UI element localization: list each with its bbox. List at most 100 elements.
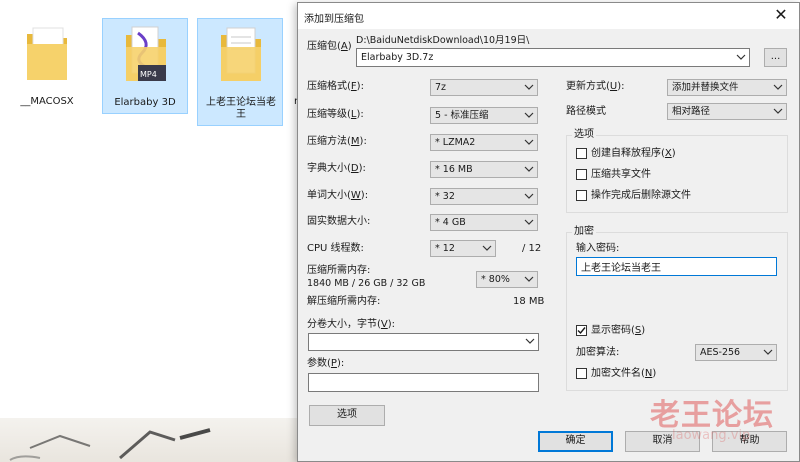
- archive-path: D:\BaiduNetdiskDownload\10月19日\: [356, 35, 530, 46]
- options-group-title: 选项: [572, 129, 596, 141]
- svg-text:MP4: MP4: [140, 70, 157, 79]
- checkmark-icon: [577, 327, 586, 335]
- path-mode-label: 路径模式: [566, 106, 606, 117]
- shared-checkbox[interactable]: 压缩共享文件: [576, 168, 676, 182]
- encryption-method-value: AES-256: [700, 347, 741, 358]
- checkbox-box[interactable]: [576, 169, 587, 180]
- show-password-label: 显示密码(S): [591, 325, 646, 336]
- checkbox-box[interactable]: [576, 368, 587, 379]
- method-value: * LZMA2: [435, 137, 476, 148]
- shared-label: 压缩共享文件: [591, 169, 651, 180]
- chevron-down-icon[interactable]: [523, 216, 535, 229]
- split-combo[interactable]: [308, 333, 539, 351]
- dict-label: 字典大小(D):: [307, 163, 366, 174]
- archive-filename-combo[interactable]: Elarbaby 3D.7z: [356, 48, 750, 67]
- cpu-max: / 12: [522, 243, 542, 254]
- format-label: 压缩格式(F):: [307, 81, 364, 92]
- close-icon: ✕: [774, 5, 788, 24]
- mp4-folder-icon: MP4: [124, 25, 168, 83]
- word-label: 单词大小(W):: [307, 190, 369, 201]
- method-label: 压缩方法(M):: [307, 136, 367, 147]
- chevron-down-icon[interactable]: [523, 163, 535, 176]
- chevron-down-icon[interactable]: [523, 273, 535, 286]
- ok-button[interactable]: 确定: [538, 431, 613, 452]
- chevron-down-icon[interactable]: [735, 51, 747, 64]
- password-input[interactable]: [576, 257, 777, 276]
- sfx-label: 创建自释放程序(X): [591, 148, 676, 159]
- folder-icon: [25, 24, 69, 82]
- chevron-down-icon[interactable]: [772, 105, 784, 118]
- update-value: 添加并替换文件: [672, 82, 739, 93]
- password-text[interactable]: [577, 258, 776, 275]
- file-name: __MACOSX: [20, 96, 74, 107]
- chevron-down-icon[interactable]: [772, 81, 784, 94]
- path-mode-value: 相对路径: [672, 106, 711, 117]
- file-name: 上老王论坛当老王: [206, 97, 276, 120]
- format-combo[interactable]: 7z: [430, 79, 538, 96]
- chevron-down-icon[interactable]: [762, 346, 774, 359]
- mem-decompress-value: 18 MB: [513, 296, 545, 307]
- params-input[interactable]: [308, 373, 539, 392]
- chevron-down-icon[interactable]: [481, 242, 493, 255]
- level-combo[interactable]: 5 - 标准压缩: [430, 107, 538, 124]
- file-item-laowang[interactable]: 上老王论坛当老王: [197, 18, 283, 126]
- help-button[interactable]: 帮助: [712, 431, 787, 452]
- archive-label: 压缩包(A): [307, 41, 352, 52]
- method-combo[interactable]: * LZMA2: [430, 134, 538, 151]
- encryption-method-label: 加密算法:: [576, 347, 620, 358]
- mem-compress-detail: 1840 MB / 26 GB / 32 GB: [307, 278, 426, 289]
- dict-combo[interactable]: * 16 MB: [430, 161, 538, 178]
- dialog-title: 添加到压缩包: [304, 14, 364, 25]
- ink-painting-background: [0, 418, 300, 462]
- format-value: 7z: [435, 82, 447, 93]
- level-label: 压缩等级(L):: [307, 109, 364, 120]
- mem-compress-value: * 80%: [481, 274, 510, 285]
- chevron-down-icon[interactable]: [523, 136, 535, 149]
- delete-source-checkbox[interactable]: 操作完成后删除源文件: [576, 189, 716, 203]
- archive-filename: Elarbaby 3D.7z: [361, 52, 434, 63]
- encrypt-names-label: 加密文件名(N): [591, 368, 657, 379]
- params-label: 参数(P):: [307, 358, 345, 369]
- encryption-method-combo[interactable]: AES-256: [695, 344, 777, 361]
- mem-decompress-label: 解压缩所需内存:: [307, 296, 381, 307]
- solid-value: * 4 GB: [435, 217, 466, 228]
- update-combo[interactable]: 添加并替换文件: [667, 79, 787, 96]
- chevron-down-icon[interactable]: [524, 335, 536, 348]
- options-button[interactable]: 选项: [309, 405, 385, 426]
- document-folder-icon: [219, 25, 263, 83]
- cpu-value: * 12: [435, 243, 455, 254]
- dict-value: * 16 MB: [435, 164, 473, 175]
- checkbox-box[interactable]: [576, 148, 587, 159]
- close-button[interactable]: ✕: [763, 3, 799, 29]
- cancel-button[interactable]: 取消: [625, 431, 700, 452]
- chevron-down-icon[interactable]: [523, 109, 535, 122]
- encrypt-names-checkbox[interactable]: 加密文件名(N): [576, 367, 676, 381]
- checkbox-box[interactable]: [576, 190, 587, 201]
- dialog-titlebar[interactable]: 添加到压缩包 ✕: [298, 3, 799, 29]
- show-password-checkbox[interactable]: 显示密码(S): [576, 324, 676, 338]
- file-item-macosx[interactable]: __MACOSX: [4, 18, 90, 114]
- word-value: * 32: [435, 191, 455, 202]
- checkbox-box[interactable]: [576, 325, 587, 336]
- mem-compress-combo[interactable]: * 80%: [476, 271, 538, 288]
- file-name: Elarbaby 3D: [114, 97, 176, 108]
- word-combo[interactable]: * 32: [430, 188, 538, 205]
- solid-combo[interactable]: * 4 GB: [430, 214, 538, 231]
- password-label: 输入密码:: [576, 243, 620, 254]
- encryption-group-title: 加密: [572, 226, 596, 238]
- chevron-down-icon[interactable]: [523, 190, 535, 203]
- level-value: 5 - 标准压缩: [435, 110, 489, 121]
- add-to-archive-dialog: 添加到压缩包 ✕ 压缩包(A) D:\BaiduNetdiskDownload\…: [297, 2, 800, 462]
- file-item-elarbaby-3d[interactable]: MP4 Elarbaby 3D: [102, 18, 188, 114]
- mem-compress-label: 压缩所需内存:: [307, 265, 371, 276]
- sfx-checkbox[interactable]: 创建自释放程序(X): [576, 147, 696, 161]
- solid-label: 固实数据大小:: [307, 216, 371, 227]
- delete-source-label: 操作完成后删除源文件: [591, 190, 691, 201]
- path-mode-combo[interactable]: 相对路径: [667, 103, 787, 120]
- params-text[interactable]: [309, 374, 538, 391]
- cpu-combo[interactable]: * 12: [430, 240, 496, 257]
- cpu-label: CPU 线程数:: [307, 243, 364, 254]
- chevron-down-icon[interactable]: [523, 81, 535, 94]
- browse-button[interactable]: ...: [764, 48, 787, 67]
- update-label: 更新方式(U):: [566, 81, 625, 92]
